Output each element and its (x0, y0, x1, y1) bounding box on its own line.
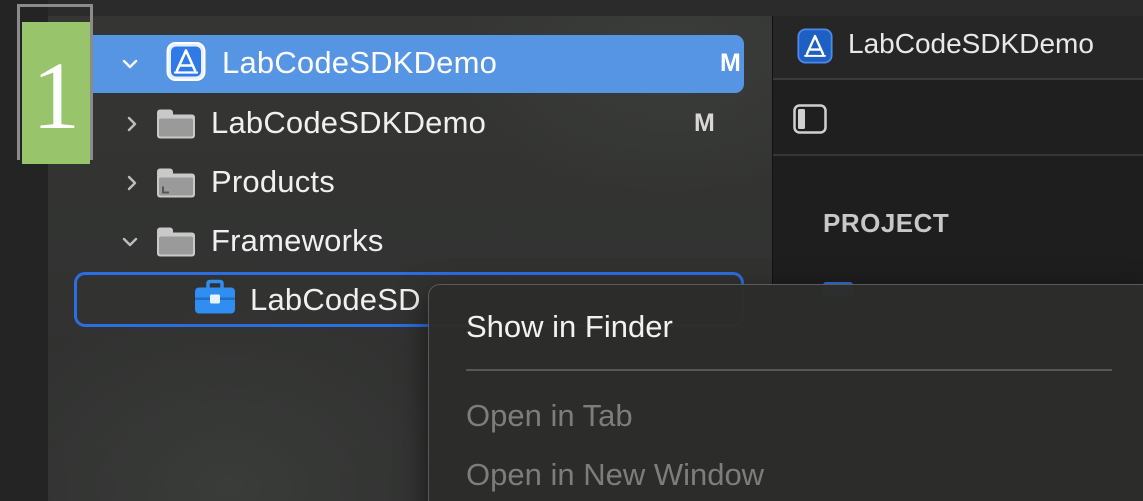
folder-icon (157, 168, 195, 198)
source-control-modified-badge: M (720, 49, 741, 77)
source-control-modified-badge: M (694, 109, 715, 137)
step-number-badge: 1 (22, 22, 90, 164)
menu-item-show-in-finder[interactable]: Show in Finder (466, 309, 673, 345)
navigator-item-folder-products[interactable]: Products (48, 155, 772, 211)
editor-tab-title[interactable]: LabCodeSDKDemo (848, 28, 1094, 60)
navigator-item-label: Frameworks (211, 223, 384, 258)
navigator-item-project[interactable]: LabCodeSDKDemo M (74, 35, 744, 93)
navigator-item-folder-frameworks[interactable]: Frameworks (48, 214, 772, 270)
menu-item-open-in-new-window: Open in New Window (466, 457, 765, 492)
context-menu: Show in Finder Open in Tab Open in New W… (428, 284, 1143, 501)
chevron-down-icon[interactable] (122, 234, 138, 250)
navigator-item-label: Products (211, 164, 335, 199)
folder-icon (157, 227, 195, 257)
navigator-item-label: LabCodeSDKDemo (211, 105, 487, 140)
folder-icon (157, 109, 195, 139)
chevron-down-icon[interactable] (122, 56, 138, 72)
navigator-item-folder-labcodesdkdemo[interactable]: LabCodeSDKDemo M (48, 96, 772, 152)
xcode-window: LabCodeSDKDemo M LabCodeSDKDemo M Produc… (0, 0, 1143, 501)
toolbox-framework-icon (193, 279, 237, 320)
navigator-item-label: LabCodeSD (250, 282, 421, 317)
window-top-strip (0, 0, 1143, 16)
step-number: 1 (32, 42, 80, 149)
menu-separator (466, 369, 1112, 371)
project-section-heading: PROJECT (823, 208, 950, 238)
xcode-project-icon (797, 28, 833, 69)
menu-item-open-in-tab: Open in Tab (466, 398, 633, 433)
xcode-project-icon (166, 42, 206, 87)
chevron-right-icon[interactable] (124, 175, 140, 191)
sidebar-toggle-icon[interactable] (793, 104, 827, 139)
chevron-right-icon[interactable] (124, 116, 140, 132)
navigator-item-label: LabCodeSDKDemo (222, 45, 498, 80)
editor-toolbar (773, 82, 1143, 156)
editor-tab-bar: LabCodeSDKDemo (773, 16, 1143, 80)
